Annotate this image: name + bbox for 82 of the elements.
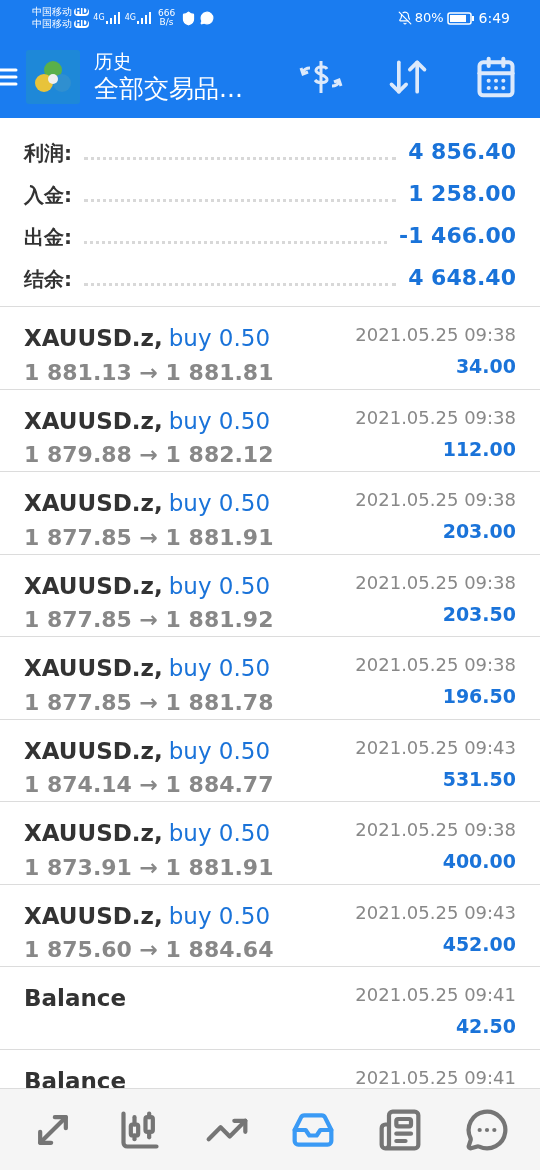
deal-row[interactable]: Balance 2021.05.25 09:41 42.50: [0, 967, 540, 1050]
summary-value: 1 258.00: [408, 180, 516, 208]
deal-time: 2021.05.25 09:38: [355, 405, 516, 430]
network-type: 4G: [93, 12, 105, 24]
deal-prices: 1 877.85 → 1 881.92: [24, 606, 274, 634]
deal-side: buy 0.50: [168, 406, 270, 436]
summary-value: 4 856.40: [408, 138, 516, 166]
deal-side: buy 0.50: [168, 819, 270, 848]
signal-icon: [135, 12, 152, 24]
deal-row[interactable]: XAUUSD.z, buy 0.50 1 877.85 → 1 881.78 2021.05.25 09:38 196.50: [0, 637, 540, 720]
deal-time: 2021.05.25 09:43: [355, 735, 516, 760]
battery-percent: 80%: [414, 9, 444, 28]
deal-prices: 1 875.60 → 1 884.64: [24, 936, 274, 964]
deal-symbol: Balance: [24, 984, 127, 1013]
summary-label: 利润:: [24, 140, 72, 167]
deal-symbol: XAUUSD.z,: [24, 489, 163, 518]
deal-symbol: Balance: [24, 1066, 127, 1088]
network-speed: 666: [157, 9, 176, 18]
deal-profit: 112.00: [442, 436, 516, 462]
deal-time: 2021.05.25 09:38: [355, 323, 516, 347]
deal-time: 2021.05.25 09:38: [355, 488, 516, 512]
deal-time: 2021.05.25 09:41: [355, 1065, 516, 1088]
deal-row[interactable]: XAUUSD.z, buy 0.50 1 881.13 → 1 881.81 2021.05.25 09:38 34.00: [0, 307, 540, 390]
newspaper-icon[interactable]: [377, 1107, 422, 1152]
mute-icon: [397, 11, 412, 25]
deal-symbol: XAUUSD.z,: [24, 819, 163, 848]
deal-time: 2021.05.25 09:41: [355, 983, 516, 1007]
network-type: 4G: [124, 12, 136, 24]
deal-profit: 34.00: [455, 354, 516, 379]
speed-unit: B/s: [159, 18, 174, 27]
clock: 6:49: [478, 8, 510, 28]
deal-profit: 203.00: [442, 519, 516, 544]
deal-row[interactable]: XAUUSD.z, buy 0.50 1 874.14 → 1 884.77 2021.05.25 09:43 531.50: [0, 719, 540, 802]
chat-icon: [200, 11, 215, 25]
deal-symbol: XAUUSD.z,: [24, 736, 163, 766]
shield-icon: [181, 10, 197, 26]
deal-row[interactable]: XAUUSD.z, buy 0.50 1 873.91 → 1 881.91 2021.05.25 09:38 400.00: [0, 802, 540, 885]
deal-row[interactable]: XAUUSD.z, buy 0.50 1 877.85 → 1 881.91 2021.05.25 09:38 203.00: [0, 472, 540, 555]
deal-side: buy 0.50: [168, 324, 270, 353]
deal-side: buy 0.50: [168, 736, 270, 766]
deal-prices: 1 879.88 → 1 882.12: [24, 441, 274, 469]
deal-profit: 42.50: [455, 1014, 516, 1039]
deal-profit: 196.50: [442, 684, 516, 709]
deal-time: 2021.05.25 09:38: [355, 570, 516, 595]
deal-symbol: XAUUSD.z,: [24, 901, 163, 931]
battery-icon: [446, 11, 475, 25]
deal-time: 2021.05.25 09:38: [355, 818, 516, 842]
summary-value: -1 466.00: [399, 222, 516, 250]
deal-row[interactable]: XAUUSD.z, buy 0.50 1 879.88 → 1 882.12 2021.05.25 09:38 112.00: [0, 389, 540, 472]
summary-label: 结余:: [24, 266, 72, 293]
deal-symbol: XAUUSD.z,: [24, 571, 163, 601]
deal-prices: 1 881.13 → 1 881.81: [24, 358, 274, 387]
summary-value: 4 648.40: [408, 264, 516, 292]
screen-title: 历史: [94, 49, 133, 74]
deal-time: 2021.05.25 09:38: [355, 653, 516, 677]
deal-symbol: XAUUSD.z,: [24, 654, 163, 683]
deal-prices: 1 873.91 → 1 881.91: [24, 853, 274, 882]
deal-prices: 1 877.85 → 1 881.91: [24, 523, 274, 552]
deal-side: buy 0.50: [168, 901, 270, 931]
summary-label: 出金:: [24, 224, 72, 251]
signal-icon: [104, 12, 121, 24]
symbol-filter[interactable]: 全部交易品...: [94, 73, 243, 105]
deal-profit: 531.50: [442, 766, 516, 792]
deal-symbol: XAUUSD.z,: [24, 324, 163, 353]
calendar-icon[interactable]: [474, 55, 518, 99]
deal-row[interactable]: XAUUSD.z, buy 0.50 1 877.85 → 1 881.92 2021.05.25 09:38 203.50: [0, 554, 540, 637]
deal-profit: 400.00: [442, 849, 516, 874]
app-logo-icon[interactable]: [26, 50, 80, 104]
deal-side: buy 0.50: [168, 489, 270, 518]
carrier-name: 中国移动: [32, 19, 72, 29]
deal-row[interactable]: XAUUSD.z, buy 0.50 1 875.60 → 1 884.64 2021.05.25 09:43 452.00: [0, 884, 540, 967]
summary-label: 入金:: [24, 182, 72, 209]
deal-side: buy 0.50: [168, 654, 270, 683]
deal-symbol: XAUUSD.z,: [24, 406, 163, 436]
carrier-name: 中国移动: [32, 7, 72, 17]
deal-prices: 1 874.14 → 1 884.77: [24, 771, 274, 799]
deal-time: 2021.05.25 09:43: [355, 900, 516, 925]
deal-profit: 203.50: [442, 601, 516, 627]
chat-bubble-icon[interactable]: [464, 1107, 509, 1152]
deal-prices: 1 877.85 → 1 881.78: [24, 688, 274, 717]
deal-side: buy 0.50: [168, 571, 270, 601]
deal-profit: 452.00: [442, 931, 516, 957]
